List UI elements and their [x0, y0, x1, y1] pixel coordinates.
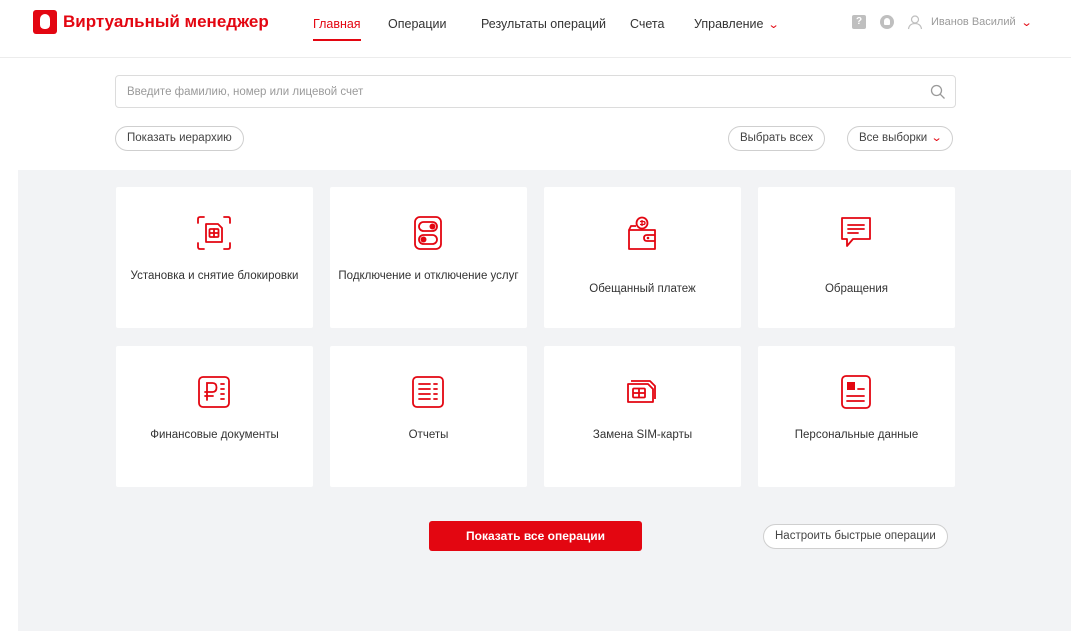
search-box	[115, 75, 956, 108]
operation-card-financial-documents[interactable]: Финансовые документы	[116, 346, 313, 487]
operation-label: Финансовые документы	[150, 429, 279, 441]
top-header: Виртуальный менеджер Главная Операции Ре…	[0, 0, 1071, 58]
operation-card-requests[interactable]: Обращения	[758, 187, 955, 328]
operation-label: Подключение и отключение услуг	[338, 270, 519, 282]
user-avatar-icon[interactable]	[907, 14, 923, 30]
logo-mark-icon	[33, 10, 57, 34]
select-all-button[interactable]: Выбрать всех	[728, 126, 826, 151]
sim-scan-icon	[197, 216, 231, 250]
configure-quick-operations-button[interactable]: Настроить быстрые операции	[763, 524, 948, 549]
logo[interactable]: Виртуальный менеджер	[33, 10, 269, 34]
nav-item-home[interactable]: Главная	[313, 17, 361, 41]
wallet-icon	[628, 216, 656, 250]
help-icon[interactable]: ?	[852, 15, 866, 29]
nav-item-accounts[interactable]: Счета	[630, 17, 664, 31]
operation-card-sim-replacement[interactable]: Замена SIM-карты	[544, 346, 741, 487]
operation-card-services[interactable]: Подключение и отключение услуг	[330, 187, 527, 328]
notification-bell-icon[interactable]	[880, 15, 894, 29]
report-icon	[412, 376, 444, 408]
chevron-down-icon: ⌄	[767, 19, 780, 31]
show-hierarchy-button[interactable]: Показать иерархию	[115, 126, 244, 151]
toggle-switches-icon	[414, 216, 442, 250]
operation-card-promised-payment[interactable]: Обещанный платеж	[544, 187, 741, 328]
ruble-document-icon	[198, 376, 230, 408]
operation-card-personal-data[interactable]: Персональные данные	[758, 346, 955, 487]
nav-item-management[interactable]: Управление ⌄	[694, 17, 780, 31]
operation-label: Замена SIM-карты	[592, 429, 693, 441]
nav-item-management-label: Управление	[694, 17, 764, 31]
operation-card-reports[interactable]: Отчеты	[330, 346, 527, 487]
search-icon[interactable]	[930, 84, 946, 100]
header-actions: ? Иванов Василий ⌄	[852, 14, 1032, 30]
show-all-operations-button[interactable]: Показать все операции	[429, 521, 642, 551]
chevron-down-icon: ⌄	[930, 132, 943, 144]
user-menu-chevron-icon[interactable]: ⌄	[1020, 16, 1032, 29]
message-icon	[841, 217, 871, 247]
sim-swap-icon	[627, 380, 656, 403]
operation-label: Обещанный платеж	[589, 283, 696, 295]
search-input[interactable]	[116, 76, 906, 107]
nav-item-operation-results[interactable]: Результаты операций	[481, 17, 606, 31]
all-selections-dropdown[interactable]: Все выборки ⌄	[847, 126, 954, 151]
nav-item-operations[interactable]: Операции	[388, 17, 446, 31]
operation-label: Персональные данные	[794, 429, 919, 441]
logo-text: Виртуальный менеджер	[63, 12, 269, 31]
operation-label: Установка и снятие блокировки	[130, 270, 299, 282]
all-selections-label: Все выборки	[859, 132, 928, 144]
operation-label: Отчеты	[408, 429, 449, 441]
user-name[interactable]: Иванов Василий	[931, 16, 1016, 28]
personal-card-icon	[841, 375, 871, 409]
operation-card-blocking[interactable]: Установка и снятие блокировки	[116, 187, 313, 328]
operation-label: Обращения	[824, 283, 889, 295]
